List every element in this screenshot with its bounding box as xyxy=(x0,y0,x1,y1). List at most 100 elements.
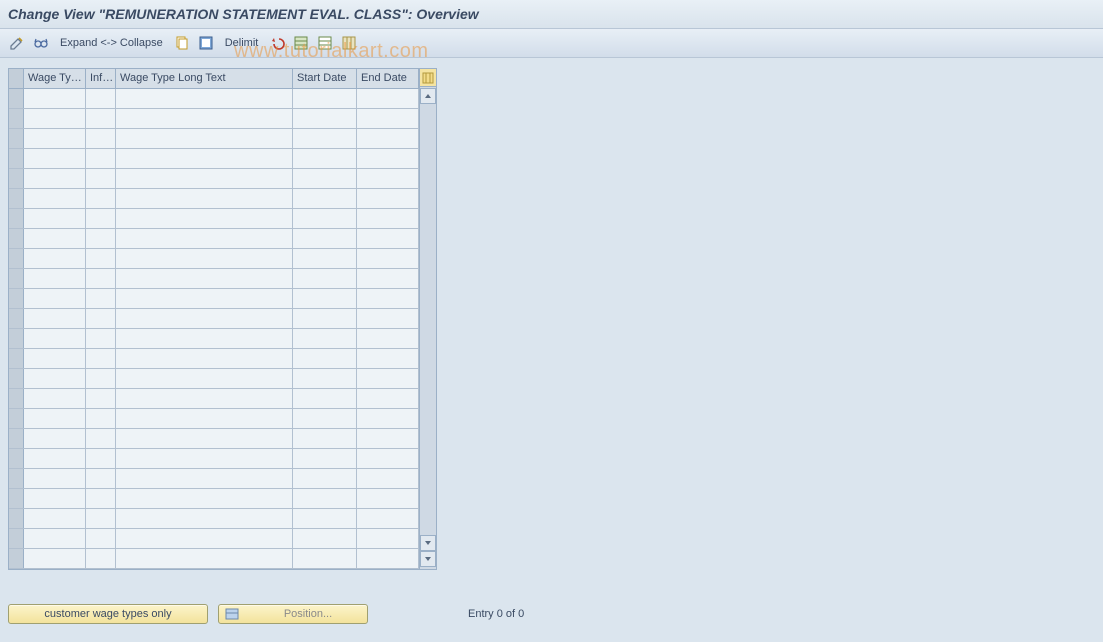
undo-icon[interactable] xyxy=(268,34,286,52)
cell-info[interactable] xyxy=(86,329,116,348)
cell-wage-type[interactable] xyxy=(24,549,86,568)
cell-long-text[interactable] xyxy=(116,389,293,408)
row-selector[interactable] xyxy=(9,149,24,168)
table-row[interactable] xyxy=(9,289,419,309)
row-selector[interactable] xyxy=(9,269,24,288)
cell-long-text[interactable] xyxy=(116,109,293,128)
cell-wage-type[interactable] xyxy=(24,209,86,228)
table-row[interactable] xyxy=(9,409,419,429)
cell-info[interactable] xyxy=(86,169,116,188)
table-row[interactable] xyxy=(9,349,419,369)
cell-wage-type[interactable] xyxy=(24,229,86,248)
cell-info[interactable] xyxy=(86,149,116,168)
cell-wage-type[interactable] xyxy=(24,509,86,528)
cell-start-date[interactable] xyxy=(293,549,357,568)
row-selector[interactable] xyxy=(9,169,24,188)
row-selector[interactable] xyxy=(9,249,24,268)
cell-start-date[interactable] xyxy=(293,469,357,488)
position-button[interactable]: Position... xyxy=(218,604,368,624)
cell-end-date[interactable] xyxy=(357,489,419,508)
scroll-track[interactable] xyxy=(420,105,436,534)
cell-wage-type[interactable] xyxy=(24,529,86,548)
cell-end-date[interactable] xyxy=(357,249,419,268)
cell-wage-type[interactable] xyxy=(24,329,86,348)
table-row[interactable] xyxy=(9,269,419,289)
cell-wage-type[interactable] xyxy=(24,309,86,328)
cell-start-date[interactable] xyxy=(293,389,357,408)
select-all-header[interactable] xyxy=(9,69,24,88)
cell-end-date[interactable] xyxy=(357,309,419,328)
cell-info[interactable] xyxy=(86,529,116,548)
cell-info[interactable] xyxy=(86,289,116,308)
cell-end-date[interactable] xyxy=(357,509,419,528)
cell-start-date[interactable] xyxy=(293,329,357,348)
cell-info[interactable] xyxy=(86,129,116,148)
cell-info[interactable] xyxy=(86,509,116,528)
col-end-date[interactable]: End Date xyxy=(357,69,419,88)
row-selector[interactable] xyxy=(9,449,24,468)
cell-info[interactable] xyxy=(86,369,116,388)
cell-long-text[interactable] xyxy=(116,329,293,348)
col-wage-type[interactable]: Wage Ty… xyxy=(24,69,86,88)
cell-end-date[interactable] xyxy=(357,349,419,368)
row-selector[interactable] xyxy=(9,389,24,408)
row-selector[interactable] xyxy=(9,549,24,568)
cell-start-date[interactable] xyxy=(293,189,357,208)
table-row[interactable] xyxy=(9,309,419,329)
cell-start-date[interactable] xyxy=(293,369,357,388)
cell-long-text[interactable] xyxy=(116,429,293,448)
cell-wage-type[interactable] xyxy=(24,109,86,128)
cell-long-text[interactable] xyxy=(116,449,293,468)
select-all-icon[interactable] xyxy=(197,34,215,52)
table-row[interactable] xyxy=(9,429,419,449)
cell-long-text[interactable] xyxy=(116,489,293,508)
copy-icon[interactable] xyxy=(173,34,191,52)
table-deselect-icon[interactable] xyxy=(316,34,334,52)
table-row[interactable] xyxy=(9,89,419,109)
cell-end-date[interactable] xyxy=(357,449,419,468)
table-row[interactable] xyxy=(9,109,419,129)
cell-info[interactable] xyxy=(86,489,116,508)
cell-start-date[interactable] xyxy=(293,249,357,268)
cell-end-date[interactable] xyxy=(357,389,419,408)
cell-info[interactable] xyxy=(86,189,116,208)
table-row[interactable] xyxy=(9,389,419,409)
table-row[interactable] xyxy=(9,149,419,169)
scroll-up-button[interactable] xyxy=(420,88,436,104)
cell-start-date[interactable] xyxy=(293,149,357,168)
cell-wage-type[interactable] xyxy=(24,349,86,368)
cell-end-date[interactable] xyxy=(357,469,419,488)
cell-info[interactable] xyxy=(86,209,116,228)
cell-start-date[interactable] xyxy=(293,409,357,428)
table-row[interactable] xyxy=(9,129,419,149)
row-selector[interactable] xyxy=(9,289,24,308)
cell-long-text[interactable] xyxy=(116,289,293,308)
row-selector[interactable] xyxy=(9,369,24,388)
table-row[interactable] xyxy=(9,209,419,229)
cell-info[interactable] xyxy=(86,309,116,328)
cell-long-text[interactable] xyxy=(116,269,293,288)
scroll-down-button[interactable] xyxy=(420,535,436,551)
cell-info[interactable] xyxy=(86,389,116,408)
table-row[interactable] xyxy=(9,529,419,549)
cell-long-text[interactable] xyxy=(116,209,293,228)
row-selector[interactable] xyxy=(9,489,24,508)
cell-wage-type[interactable] xyxy=(24,129,86,148)
edit-icon[interactable] xyxy=(8,34,26,52)
table-row[interactable] xyxy=(9,469,419,489)
cell-info[interactable] xyxy=(86,429,116,448)
cell-long-text[interactable] xyxy=(116,409,293,428)
cell-end-date[interactable] xyxy=(357,229,419,248)
cell-wage-type[interactable] xyxy=(24,289,86,308)
glasses-icon[interactable] xyxy=(32,34,50,52)
cell-info[interactable] xyxy=(86,469,116,488)
cell-long-text[interactable] xyxy=(116,549,293,568)
cell-long-text[interactable] xyxy=(116,189,293,208)
cell-long-text[interactable] xyxy=(116,89,293,108)
cell-start-date[interactable] xyxy=(293,129,357,148)
row-selector[interactable] xyxy=(9,349,24,368)
row-selector[interactable] xyxy=(9,209,24,228)
row-selector[interactable] xyxy=(9,129,24,148)
cell-start-date[interactable] xyxy=(293,289,357,308)
cell-long-text[interactable] xyxy=(116,349,293,368)
